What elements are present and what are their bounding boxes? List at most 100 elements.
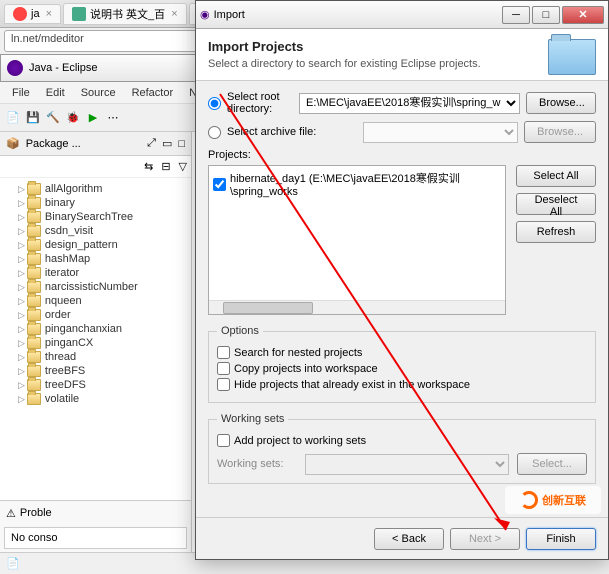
tree-item-label: pinganCX [45,337,93,349]
tree-item[interactable]: ▷allAlgorithm [0,182,191,196]
tree-item[interactable]: ▷ pinganCX [0,336,191,350]
problems-tab[interactable]: ⚠ Proble [0,501,191,525]
tree-item-label: hashMap [45,253,90,265]
tree-item[interactable]: ▷ treeBFS [0,364,191,378]
working-sets-legend: Working sets [217,413,288,425]
close-icon[interactable]: × [171,8,177,20]
tab-label: 说明书 英文_百 [90,6,165,22]
projects-label: Projects: [208,149,596,161]
link-icon[interactable]: ⤢ [147,137,156,150]
watermark-text: 创新互联 [542,492,586,508]
tree-item[interactable]: ▷design_pattern [0,238,191,252]
folder-icon [27,379,41,391]
tree-item[interactable]: ▷csdn_visit [0,224,191,238]
tree-item[interactable]: ▷narcissisticNumber [0,280,191,294]
tree-item[interactable]: ▷binary [0,196,191,210]
project-tree[interactable]: ▷allAlgorithm▷binary▷BinarySearchTree▷cs… [0,178,191,500]
tree-item[interactable]: ▷hashMap [0,252,191,266]
root-dir-input[interactable]: E:\MEC\javaEE\2018寒假实训\spring_w [299,93,520,114]
filter-icon[interactable]: ⊟ [161,160,170,173]
copy-label: Copy projects into workspace [234,363,378,375]
chevron-right-icon: ▷ [18,338,25,349]
h-scrollbar[interactable] [209,300,505,314]
dialog-titlebar[interactable]: ◉ Import ─ □ ✕ [196,1,608,29]
archive-label: Select archive file: [227,126,357,138]
chevron-right-icon: ▷ [18,380,25,391]
browser-tab[interactable]: ja × [4,4,61,24]
browser-tab[interactable]: 说明书 英文_百 × [63,3,187,25]
debug-icon[interactable]: 🐞 [64,109,82,127]
options-legend: Options [217,325,263,337]
minimize-button[interactable]: ─ [502,6,530,24]
new-icon[interactable]: 📄 [4,109,22,127]
refresh-button[interactable]: Refresh [516,221,596,243]
minimize-icon[interactable]: ▭ [162,137,172,150]
tree-item[interactable]: ▷iterator [0,266,191,280]
status-icon: 📄 [6,557,20,570]
chevron-right-icon: ▷ [18,324,25,335]
project-checkbox[interactable] [213,178,226,191]
folder-icon [27,281,41,293]
add-working-label: Add project to working sets [234,435,366,447]
select-working-button: Select... [517,453,587,475]
tree-item-label: BinarySearchTree [45,211,133,223]
hide-checkbox[interactable] [217,378,230,391]
project-item[interactable]: hibernate_day1 (E:\MEC\javaEE\2018寒假实训\s… [211,168,503,200]
tree-item[interactable]: ▷order [0,308,191,322]
tree-item[interactable]: ▷thread [0,350,191,364]
folder-icon [27,197,41,209]
close-button[interactable]: ✕ [562,6,604,24]
root-dir-row: Select root directory: E:\MEC\javaEE\201… [208,91,596,115]
root-dir-radio[interactable] [208,97,221,110]
close-icon[interactable]: × [46,8,52,20]
import-folder-icon [548,39,596,75]
menu-icon[interactable]: ▽ [179,160,187,173]
folder-icon [27,183,41,195]
collapse-icon[interactable]: ⇆ [144,160,153,173]
tree-item[interactable]: ▷nqueen [0,294,191,308]
projects-row: hibernate_day1 (E:\MEC\javaEE\2018寒假实训\s… [208,165,596,315]
chevron-right-icon: ▷ [18,310,25,321]
tree-item-label: pinganchanxian [45,323,122,335]
finish-button[interactable]: Finish [526,528,596,550]
working-sets-label: Working sets: [217,458,297,470]
folder-icon [27,323,41,335]
select-all-button[interactable]: Select All [516,165,596,187]
folder-icon [27,211,41,223]
dialog-header: Import Projects Select a directory to se… [196,29,608,81]
menu-source[interactable]: Source [73,85,124,101]
build-icon[interactable]: 🔨 [44,109,62,127]
tree-item-label: treeBFS [45,365,85,377]
more-icon[interactable]: ⋯ [104,109,122,127]
menu-file[interactable]: File [4,85,38,101]
tree-item[interactable]: ▷volatile [0,392,191,406]
scroll-thumb[interactable] [223,302,313,314]
browse-archive-button: Browse... [524,121,596,143]
chevron-right-icon: ▷ [18,394,25,405]
browse-root-button[interactable]: Browse... [526,92,596,114]
project-list[interactable]: hibernate_day1 (E:\MEC\javaEE\2018寒假实训\s… [208,165,506,315]
menu-refactor[interactable]: Refactor [124,85,182,101]
maximize-icon[interactable]: □ [178,138,185,150]
panel-header: 📦 Package ... ⤢ ▭ □ [0,132,191,156]
folder-icon [27,267,41,279]
tree-item[interactable]: ▷treeDFS [0,378,191,392]
tree-item-label: csdn_visit [45,225,93,237]
maximize-button[interactable]: □ [532,6,560,24]
tab-icon [13,7,27,21]
back-button[interactable]: < Back [374,528,444,550]
nested-checkbox[interactable] [217,346,230,359]
folder-icon [27,365,41,377]
tree-item[interactable]: ▷BinarySearchTree [0,210,191,224]
menu-edit[interactable]: Edit [38,85,73,101]
tree-item-label: nqueen [45,295,82,307]
chevron-right-icon: ▷ [18,366,25,377]
copy-checkbox[interactable] [217,362,230,375]
chevron-right-icon: ▷ [18,184,25,195]
run-icon[interactable]: ▶ [84,109,102,127]
add-working-checkbox[interactable] [217,434,230,447]
save-icon[interactable]: 💾 [24,109,42,127]
deselect-all-button[interactable]: Deselect All [516,193,596,215]
archive-radio[interactable] [208,126,221,139]
tree-item[interactable]: ▷ pinganchanxian [0,322,191,336]
